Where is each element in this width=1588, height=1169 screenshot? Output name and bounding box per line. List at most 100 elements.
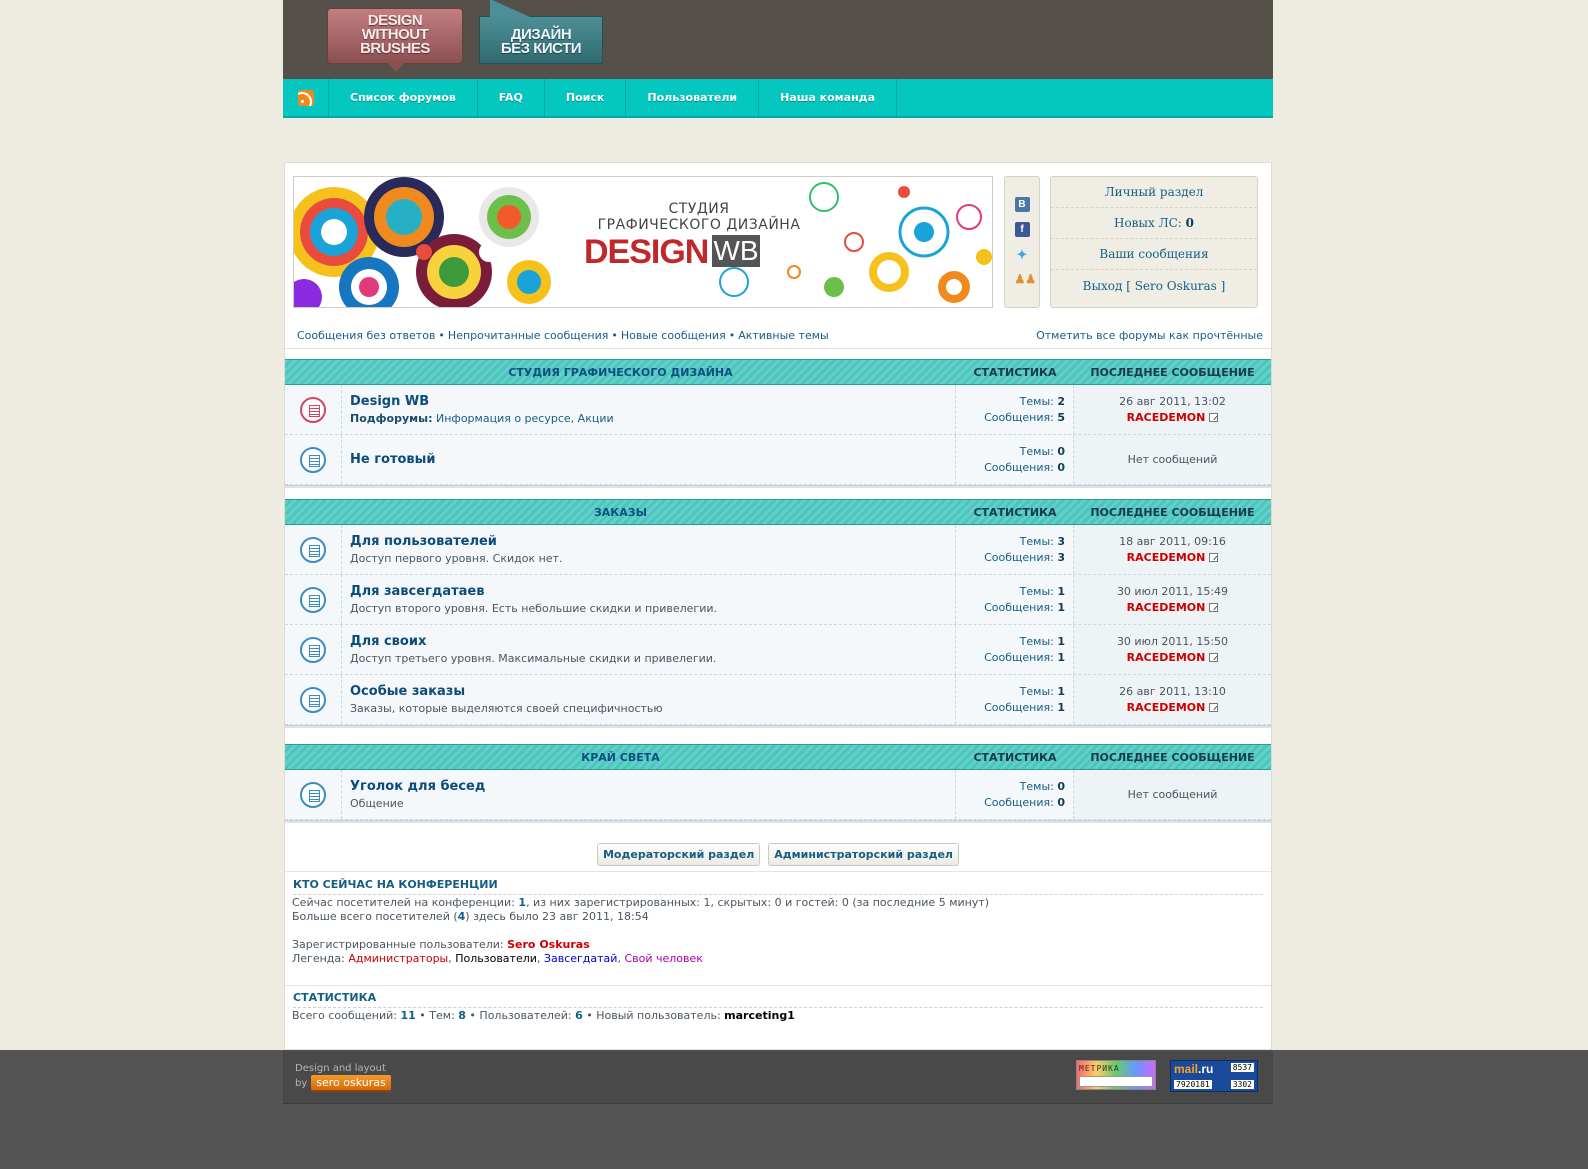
last-post-author[interactable]: RACEDEMON <box>1127 651 1206 664</box>
forum-title[interactable]: Для пользователей <box>350 534 947 549</box>
stats-column-header: СТАТИСТИКА <box>973 365 1057 379</box>
forum-row: Особые заказы Заказы, которые выделяются… <box>285 675 1271 725</box>
goto-last-post-icon[interactable] <box>1209 702 1219 712</box>
last-post-cell: 26 авг 2011, 13:02 RACEDEMON <box>1074 385 1271 434</box>
forum-read-icon <box>300 446 326 473</box>
yandex-metrika-counter[interactable]: МЕТРИКА <box>1076 1060 1156 1090</box>
forum-title[interactable]: Для своих <box>350 634 947 649</box>
active-topics-link[interactable]: Активные темы <box>738 329 829 342</box>
forum-read-icon <box>300 636 326 663</box>
your-posts-link[interactable]: Ваши сообщения <box>1051 239 1257 270</box>
vk-icon[interactable]: B <box>1014 197 1030 212</box>
forum-description: Доступ третьего уровня. Максимальные ски… <box>350 652 717 665</box>
last-post-cell: Нет сообщений <box>1074 770 1271 819</box>
user-panel: Личный раздел Новых ЛС: 0 Ваши сообщения… <box>1050 176 1258 308</box>
logo-tail <box>388 63 404 72</box>
nav-search[interactable]: Поиск <box>545 79 627 116</box>
last-post-author[interactable]: RACEDEMON <box>1127 551 1206 564</box>
last-post-author[interactable]: RACEDEMON <box>1127 701 1206 714</box>
online-user-link[interactable]: Sero Oskuras <box>507 938 590 951</box>
forum-read-icon <box>300 536 326 563</box>
new-pm-link[interactable]: Новых ЛС: 0 <box>1051 208 1257 239</box>
newest-user-link[interactable]: marceting1 <box>724 1009 795 1022</box>
personal-section-link[interactable]: Личный раздел <box>1051 177 1257 208</box>
mailru-counter[interactable]: mail.ru 7920181 8537 3302 <box>1170 1060 1258 1092</box>
main-navigation: Список форумов FAQ Поиск Пользователи На… <box>283 79 1273 118</box>
nav-forum-list[interactable]: Список форумов <box>329 79 478 116</box>
unread-link[interactable]: Непрочитанные сообщения <box>448 329 608 342</box>
category-header: ЗАКАЗЫ СТАТИСТИКА ПОСЛЕДНЕЕ СООБЩЕНИЕ <box>285 499 1271 525</box>
legend-admins[interactable]: Администраторы <box>348 952 448 965</box>
forum-title[interactable]: Не готовый <box>350 452 947 467</box>
last-post-cell: 26 авг 2011, 13:10 RACEDEMON <box>1074 675 1271 724</box>
design-credit: Design and layout by sero oskuras <box>295 1062 391 1090</box>
unanswered-link[interactable]: Сообщения без ответов <box>297 329 435 342</box>
logout-link[interactable]: Выход [ Sero Oskuras ] <box>1051 270 1257 301</box>
last-post-author[interactable]: RACEDEMON <box>1127 601 1206 614</box>
forum-stats: Темы: 3 Сообщения: 3 <box>956 525 1074 574</box>
category-header: КРАЙ СВЕТА СТАТИСТИКА ПОСЛЕДНЕЕ СООБЩЕНИ… <box>285 744 1271 770</box>
category-title[interactable]: ЗАКАЗЫ <box>285 500 956 524</box>
nav-members[interactable]: Пользователи <box>626 79 760 116</box>
stats-column-header: СТАТИСТИКА <box>973 505 1057 519</box>
admin-buttons: Модераторский раздел Администраторский р… <box>285 843 1271 866</box>
forum-title[interactable]: Особые заказы <box>350 684 947 699</box>
divider <box>285 348 1271 349</box>
forum-title[interactable]: Design WB <box>350 394 947 409</box>
mark-all-read-link[interactable]: Отметить все форумы как прочтённые <box>1036 329 1263 342</box>
category-header: СТУДИЯ ГРАФИЧЕСКОГО ДИЗАЙНА СТАТИСТИКА П… <box>285 359 1271 385</box>
forum-unread-icon <box>300 396 326 423</box>
category-block: СТУДИЯ ГРАФИЧЕСКОГО ДИЗАЙНА СТАТИСТИКА П… <box>285 359 1271 488</box>
forum-stats: Темы: 1 Сообщения: 1 <box>956 575 1074 624</box>
forum-row: Для завсегдатаев Доступ второго уровня. … <box>285 575 1271 625</box>
category-block: КРАЙ СВЕТА СТАТИСТИКА ПОСЛЕДНЕЕ СООБЩЕНИ… <box>285 744 1271 823</box>
twitter-icon[interactable]: ✦ <box>1015 247 1030 262</box>
forum-row: Для своих Доступ третьего уровня. Максим… <box>285 625 1271 675</box>
subforum-link[interactable]: Акции <box>578 412 614 425</box>
nav-faq[interactable]: FAQ <box>478 79 545 116</box>
last-post-column-header: ПОСЛЕДНЕЕ СООБЩЕНИЕ <box>1090 365 1255 379</box>
forum-read-icon <box>300 781 326 808</box>
forum-description: Общение <box>350 797 404 810</box>
logo-design-bez-kisti[interactable]: ДИЗАЙН БЕЗ КИСТИ <box>479 0 603 64</box>
facebook-icon[interactable]: f <box>1014 222 1030 237</box>
no-posts-label: Нет сообщений <box>1127 452 1218 466</box>
legend-own[interactable]: Свой человек <box>624 952 702 965</box>
rss-button[interactable] <box>283 79 329 116</box>
stats-column-header: СТАТИСТИКА <box>973 750 1057 764</box>
last-post-date: 30 июл 2011, 15:50 <box>1116 634 1229 648</box>
forum-stats: Темы: 0 Сообщения: 0 <box>956 435 1074 484</box>
forum-description: Заказы, которые выделяются своей специфи… <box>350 702 663 715</box>
studio-banner[interactable]: СТУДИЯ ГРАФИЧЕСКОГО ДИЗАЙНА DESIGN WB <box>293 176 993 308</box>
forum-row: Уголок для бесед Общение Темы: 0 Сообщен… <box>285 770 1271 820</box>
goto-last-post-icon[interactable] <box>1209 602 1219 612</box>
goto-last-post-icon[interactable] <box>1209 552 1219 562</box>
forum-description: Доступ первого уровня. Скидок нет. <box>350 552 563 565</box>
logo-tail <box>490 0 530 17</box>
no-posts-label: Нет сообщений <box>1127 787 1218 801</box>
last-post-date: 30 июл 2011, 15:49 <box>1116 584 1229 598</box>
last-post-author[interactable]: RACEDEMON <box>1127 411 1206 424</box>
quick-links: Сообщения без ответов • Непрочитанные сооб… <box>297 329 1263 342</box>
goto-last-post-icon[interactable] <box>1209 652 1219 662</box>
goto-last-post-icon[interactable] <box>1209 412 1219 422</box>
forum-title[interactable]: Для завсегдатаев <box>350 584 947 599</box>
category-title[interactable]: КРАЙ СВЕТА <box>285 745 956 769</box>
statistics-title: СТАТИСТИКА <box>293 991 1263 1008</box>
logo-design-without-brushes[interactable]: DESIGN WITHOUT BRUSHES <box>327 8 463 72</box>
site-header: DESIGN WITHOUT BRUSHES ДИЗАЙН БЕЗ КИСТИ <box>283 0 1273 80</box>
legend-users: Пользователи <box>455 952 537 965</box>
admin-panel-button[interactable]: Администраторский раздел <box>768 843 959 866</box>
subforum-link[interactable]: Информация о ресурсе <box>436 412 571 425</box>
online-info: Сейчас посетителей на конференции: 1, из… <box>292 896 990 965</box>
moderator-panel-button[interactable]: Модераторский раздел <box>596 843 761 866</box>
author-badge[interactable]: sero oskuras <box>311 1075 391 1090</box>
forum-title[interactable]: Уголок для бесед <box>350 779 947 794</box>
legend-regulars[interactable]: Завсегдатай <box>544 952 618 965</box>
forum-stats: Темы: 1 Сообщения: 1 <box>956 675 1074 724</box>
new-posts-link[interactable]: Новые сообщения <box>621 329 726 342</box>
friends-icon[interactable]: ♟♟ <box>1015 272 1037 287</box>
nav-team[interactable]: Наша команда <box>759 79 898 116</box>
category-title[interactable]: СТУДИЯ ГРАФИЧЕСКОГО ДИЗАЙНА <box>285 360 956 384</box>
rss-icon <box>297 89 314 106</box>
